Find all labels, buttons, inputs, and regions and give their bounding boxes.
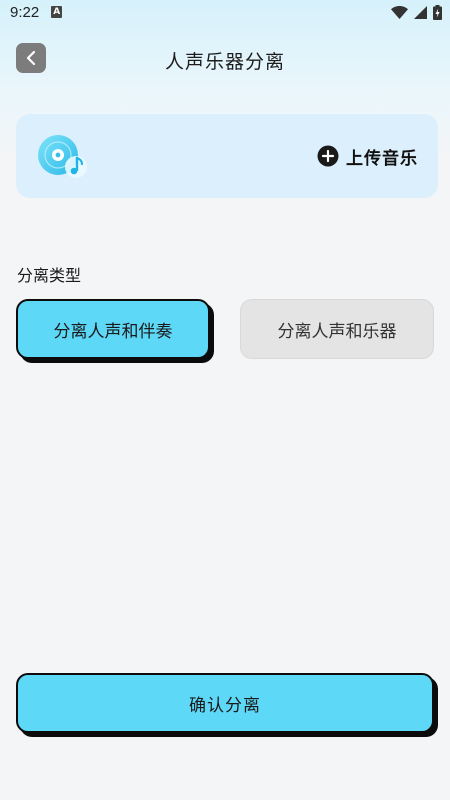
wifi-icon bbox=[391, 5, 408, 19]
confirm-separation-label: 确认分离 bbox=[189, 695, 261, 716]
option-vocals-instruments[interactable]: 分离人声和乐器 bbox=[240, 299, 434, 359]
app-bar: 人声乐器分离 bbox=[0, 40, 450, 80]
status-right bbox=[391, 4, 442, 20]
option-vocals-accompaniment[interactable]: 分离人声和伴奏 bbox=[16, 299, 210, 359]
page-title: 人声乐器分离 bbox=[164, 51, 285, 73]
battery-icon bbox=[433, 4, 442, 20]
separation-type-label: 分离类型 bbox=[17, 266, 82, 285]
option-vocals-accompaniment-label: 分离人声和伴奏 bbox=[53, 321, 173, 342]
notification-icon: A bbox=[51, 6, 63, 18]
upload-music-button[interactable]: 上传音乐 bbox=[317, 144, 418, 169]
upload-music-label: 上传音乐 bbox=[346, 148, 418, 169]
status-bar: 9:22 A bbox=[0, 0, 450, 24]
confirm-separation-button[interactable]: 确认分离 bbox=[16, 673, 434, 733]
upload-card[interactable]: 上传音乐 bbox=[16, 114, 438, 198]
status-left: 9:22 A bbox=[10, 3, 63, 21]
signal-icon bbox=[414, 5, 427, 19]
music-disc-icon bbox=[38, 135, 87, 178]
option-vocals-instruments-label: 分离人声和乐器 bbox=[277, 321, 397, 342]
plus-circle-icon bbox=[317, 145, 339, 167]
status-time: 9:22 bbox=[10, 3, 40, 21]
